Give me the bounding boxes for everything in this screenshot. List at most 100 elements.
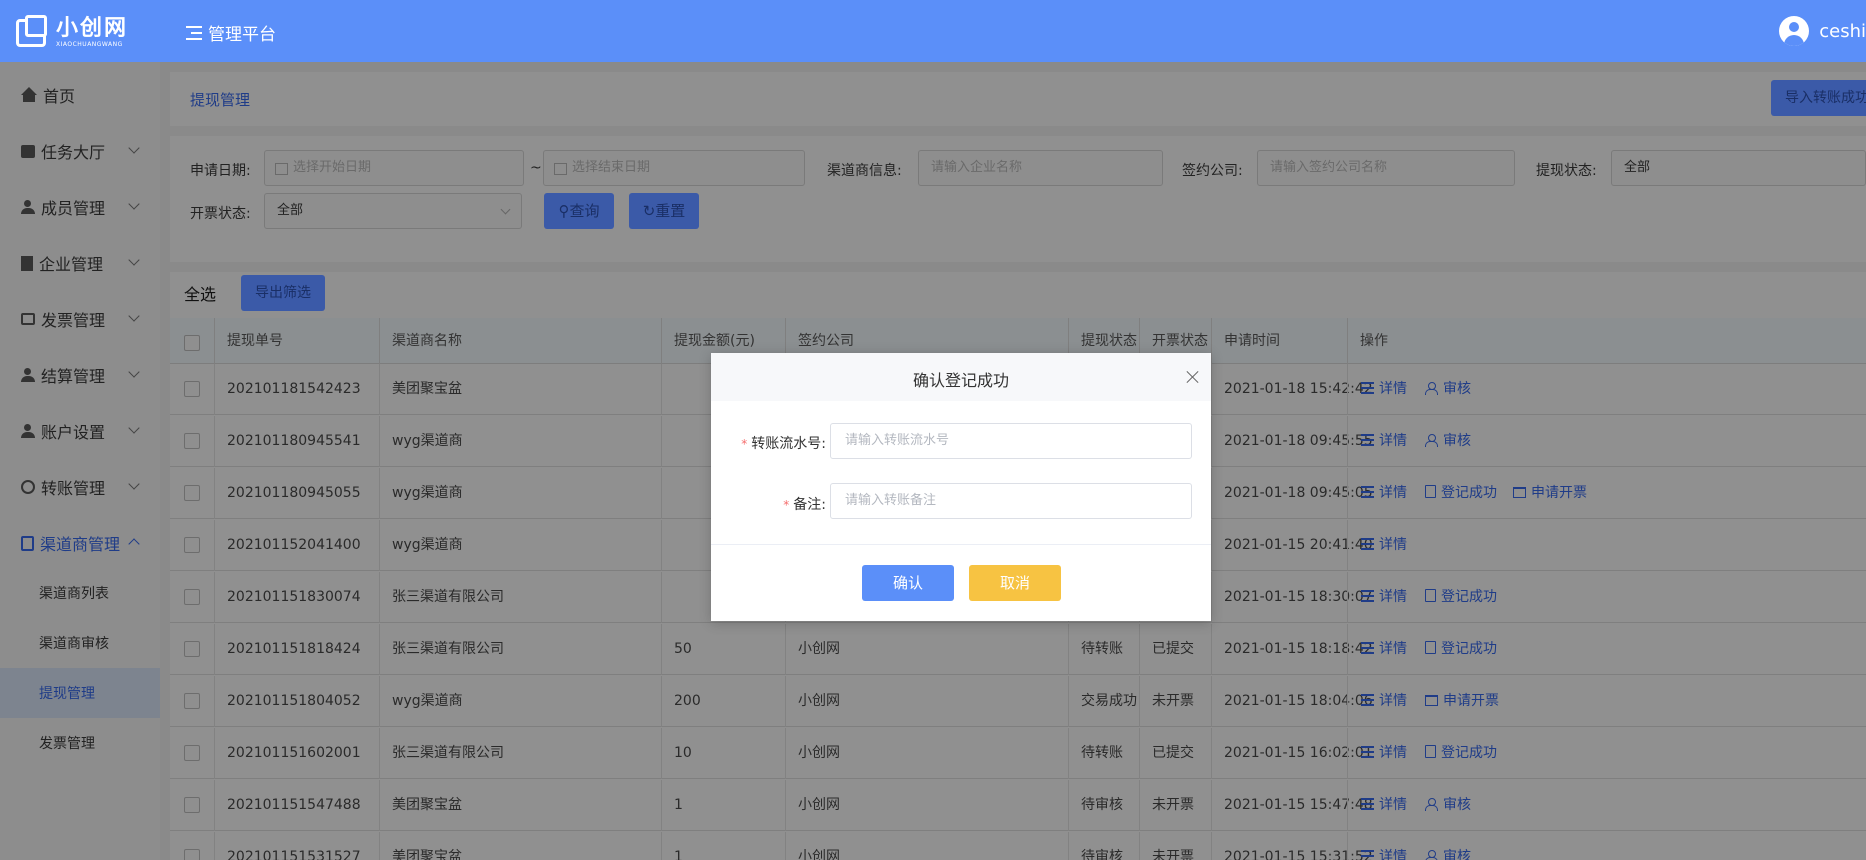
chevron-down-icon [500, 204, 511, 215]
sidebar-item-transfer[interactable]: 转账管理 [0, 459, 160, 515]
chevron-down-icon [128, 366, 140, 378]
company-name-input[interactable]: 请输入签约公司名称 [1257, 150, 1515, 186]
export-button[interactable]: 导出筛选 [241, 275, 325, 311]
row-action-label: 审核 [1443, 797, 1471, 813]
row-action-list[interactable]: 详情 [1361, 832, 1407, 860]
cell-status: 待审核 [1068, 780, 1123, 831]
select-all-checkbox[interactable] [184, 335, 200, 351]
sidebar-subitem-label: 提现管理 [39, 686, 95, 702]
row-checkbox[interactable] [184, 485, 200, 501]
row-action-audit[interactable]: 审核 [1425, 416, 1471, 467]
row-action-register[interactable]: 登记成功 [1425, 624, 1497, 675]
invoice-status-select[interactable]: 全部 [264, 193, 522, 229]
row-action-list[interactable]: 详情 [1361, 728, 1407, 779]
select-all-label[interactable]: 全选 [184, 281, 216, 305]
row-checkbox[interactable] [184, 693, 200, 709]
row-action-list[interactable]: 详情 [1361, 780, 1407, 831]
row-checkbox[interactable] [184, 797, 200, 813]
row-action-register[interactable]: 登记成功 [1425, 728, 1497, 779]
start-date-input[interactable]: 选择开始日期 [264, 150, 524, 186]
sidebar-item-label: 首页 [43, 87, 76, 106]
row-action-label: 详情 [1379, 433, 1407, 449]
import-transfer-button[interactable]: 导入转账成功 [1771, 80, 1866, 116]
row-action-label: 登记成功 [1441, 641, 1497, 657]
logo-subtext: XIAOCHUANGWANG [56, 41, 123, 48]
sidebar-item-members[interactable]: 成员管理 [0, 179, 160, 235]
cell-channel: 美团聚宝盆 [379, 832, 462, 860]
home-icon [21, 87, 37, 102]
row-action-list[interactable]: 详情 [1361, 624, 1407, 675]
row-action-label: 登记成功 [1441, 745, 1497, 761]
user-menu[interactable]: ceshi [1779, 16, 1866, 46]
search-button[interactable]: ⚲查询 [544, 193, 614, 229]
company-label: 签约公司: [1182, 163, 1243, 179]
row-action-invoice-apply[interactable]: 申请开票 [1513, 468, 1587, 519]
row-action-list[interactable]: 详情 [1361, 364, 1407, 415]
row-action-register[interactable]: 登记成功 [1425, 468, 1497, 519]
sidebar-subitem-withdraw[interactable]: 提现管理 [0, 668, 160, 718]
reset-button[interactable]: ↻重置 [629, 193, 699, 229]
list-icon [1361, 850, 1374, 860]
cell-id: 202101181542423 [214, 364, 361, 415]
filter-panel: 申请日期: 选择开始日期 ~ 选择结束日期 渠道商信息: 请输入企业名称 签约公… [170, 136, 1866, 262]
sidebar-item-account[interactable]: 账户设置 [0, 403, 160, 459]
cell-channel: 美团聚宝盆 [379, 780, 462, 831]
apply-date-label: 申请日期: [190, 163, 251, 179]
row-action-list[interactable]: 详情 [1361, 416, 1407, 467]
row-action-audit[interactable]: 审核 [1425, 364, 1471, 415]
row-checkbox[interactable] [184, 381, 200, 397]
row-action-label: 详情 [1379, 381, 1407, 397]
row-checkbox[interactable] [184, 849, 200, 860]
sidebar-subitem-channel-audit[interactable]: 渠道商审核 [0, 618, 160, 668]
logo[interactable]: 小创网 XIAOCHUANGWANG [16, 15, 128, 48]
sidebar-item-invoice[interactable]: 发票管理 [0, 291, 160, 347]
row-action-list[interactable]: 详情 [1361, 676, 1407, 727]
serial-number-label: * 转账流水号: [731, 433, 826, 453]
cell-channel: 张三渠道有限公司 [379, 572, 504, 623]
row-action-label: 审核 [1443, 381, 1471, 397]
cell-amount [661, 416, 674, 467]
withdraw-status-value: 全部 [1624, 160, 1651, 175]
channel-name-input[interactable]: 请输入企业名称 [918, 150, 1163, 186]
sidebar-item-channel[interactable]: 渠道商管理 [0, 515, 160, 571]
row-action-invoice-apply[interactable]: 申请开票 [1425, 676, 1499, 727]
cell-invoice: 未开票 [1139, 676, 1194, 727]
row-action-list[interactable]: 详情 [1361, 572, 1407, 623]
menu-toggle[interactable]: 管理平台 [186, 20, 276, 45]
table-row: 202101151602001 张三渠道有限公司 10 小创网 待转账 已提交 2021-0… [170, 728, 1866, 779]
sidebar-item-tasks[interactable]: 任务大厅 [0, 123, 160, 179]
sidebar-item-settlement[interactable]: 结算管理 [0, 347, 160, 403]
row-action-register[interactable]: 登记成功 [1425, 572, 1497, 623]
cell-company: 小创网 [785, 780, 840, 831]
row-checkbox[interactable] [184, 537, 200, 553]
row-action-audit[interactable]: 审核 [1425, 832, 1471, 860]
breadcrumb[interactable]: 提现管理 [190, 89, 250, 110]
cancel-button[interactable]: 取消 [969, 565, 1061, 601]
sidebar-item-enterprise[interactable]: 企业管理 [0, 235, 160, 291]
sidebar-item-home[interactable]: 首页 [0, 67, 160, 123]
row-checkbox[interactable] [184, 589, 200, 605]
cell-channel: 美团聚宝盆 [379, 364, 462, 415]
list-icon [1361, 382, 1374, 394]
withdraw-status-select[interactable]: 全部 [1611, 150, 1866, 186]
serial-number-label-text: 转账流水号: [751, 436, 826, 452]
cell-id: 202101151531527 [214, 832, 361, 860]
close-icon[interactable] [1185, 369, 1201, 385]
row-checkbox[interactable] [184, 433, 200, 449]
remark-input[interactable]: 请输入转账备注 [830, 483, 1192, 519]
withdraw-status-label: 提现状态: [1536, 163, 1597, 179]
row-action-label: 详情 [1379, 797, 1407, 813]
sidebar-subitem-invoice[interactable]: 发票管理 [0, 718, 160, 768]
row-action-list[interactable]: 详情 [1361, 520, 1407, 571]
row-action-label: 详情 [1379, 745, 1407, 761]
sidebar-subitem-channel-list[interactable]: 渠道商列表 [0, 568, 160, 618]
confirm-button[interactable]: 确认 [862, 565, 954, 601]
register-icon [1425, 485, 1436, 498]
row-action-audit[interactable]: 审核 [1425, 780, 1471, 831]
end-date-input[interactable]: 选择结束日期 [543, 150, 805, 186]
row-checkbox[interactable] [184, 641, 200, 657]
row-checkbox[interactable] [184, 745, 200, 761]
search-button-label: 查询 [569, 202, 600, 220]
row-action-list[interactable]: 详情 [1361, 468, 1407, 519]
serial-number-input[interactable]: 请输入转账流水号 [830, 423, 1192, 459]
